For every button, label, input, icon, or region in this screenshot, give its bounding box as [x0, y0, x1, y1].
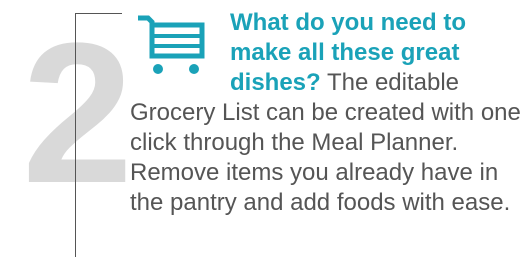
bracket-top-line	[75, 13, 122, 14]
step-description: What do you need to make all these great…	[130, 8, 530, 218]
step-number: 2	[22, 2, 134, 225]
bracket-left-line	[75, 13, 76, 257]
